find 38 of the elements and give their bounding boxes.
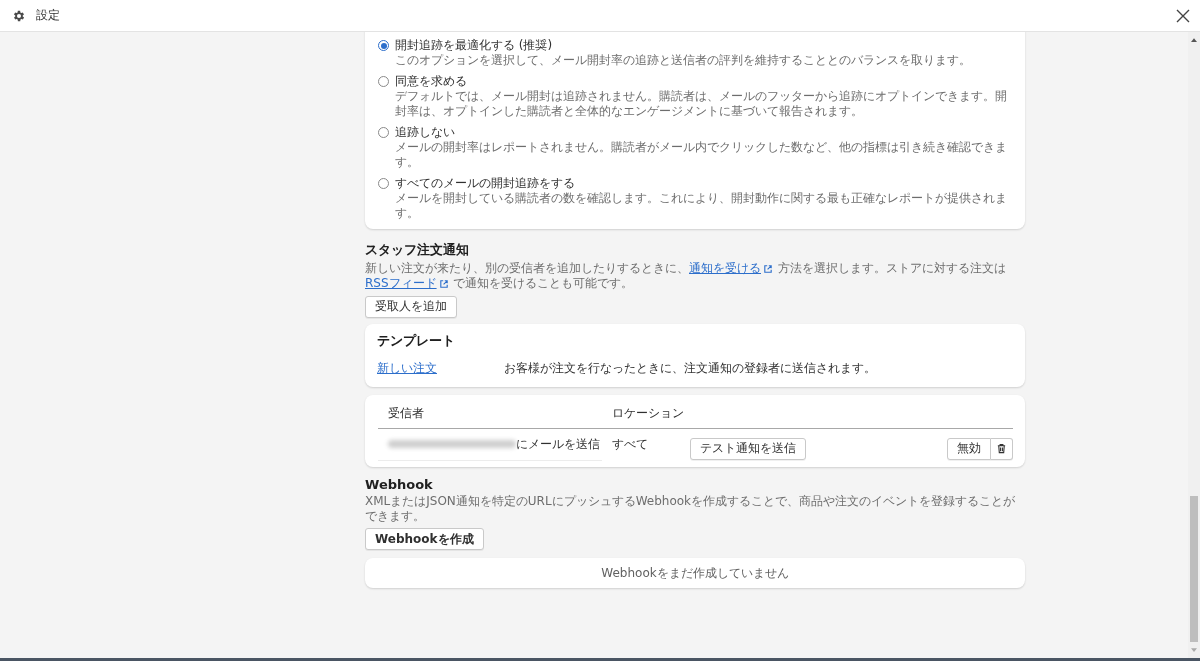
create-webhook-button[interactable]: Webhookを作成 — [365, 528, 484, 550]
link[interactable]: 通知を受ける — [689, 261, 774, 275]
settings-icon — [12, 8, 26, 23]
option-label[interactable]: すべてのメールの開封追跡をする — [395, 176, 575, 191]
option-description: メールの開封率はレポートされません。購読者がメール内でクリックした数など、他の指標は引き続き確認できます。 — [395, 140, 1008, 170]
option-label[interactable]: 開封追跡を最適化する (推奨) — [395, 38, 553, 53]
template-link[interactable]: 新しい注文 — [377, 359, 504, 377]
external-link-icon — [764, 264, 772, 273]
trash-icon — [996, 443, 1007, 454]
section-description: XMLまたはJSON通知を特定のURLにプッシュするWebhookを作成することで、商品や注文のイベントを登録することができます。 — [365, 493, 1017, 524]
column-header: 受信者 — [388, 404, 425, 422]
scroll-down-arrow-icon[interactable] — [1191, 648, 1197, 652]
empty-message: Webhookをまだ作成していません — [601, 564, 789, 582]
column-header: ロケーション — [612, 404, 684, 422]
card-title: テンプレート — [377, 331, 456, 350]
recipient-text: にメールを送信 — [516, 435, 600, 453]
scroll-up-arrow-icon[interactable] — [1191, 38, 1197, 42]
option-description: このオプションを選択して、メール開封率の追跡と送信者の評判を維持することとのバランスを取ります。 — [395, 53, 972, 68]
add-recipient-button[interactable]: 受取人を追加 — [365, 295, 457, 318]
location-text: すべて — [611, 435, 649, 453]
link[interactable]: RSSフィード — [365, 276, 450, 290]
template-description: お客様が注文を行なったときに、注文通知の登録者に送信されます。 — [504, 359, 876, 377]
scrollbar-thumb[interactable] — [1190, 496, 1198, 642]
scrollbar[interactable] — [1188, 32, 1200, 658]
window-title: 設定 — [36, 7, 60, 24]
external-link-icon — [439, 279, 448, 288]
option-description: デフォルトでは、メール開封は追跡されません。購読者は、メールのフッターから追跡にオプトインできます。開封率は、オプトインした購読者と全体的なエンゲージメントに基づいて報告されます。 — [395, 89, 1008, 119]
close-button[interactable] — [1176, 8, 1190, 23]
section-description: 新しい注文が来たり、別の受信者を追加したりするときに、通知を受ける 方法を選択します。ストアに対する注文は RSSフィード で通知を受けることも可能です。 — [365, 261, 1007, 291]
test-notification-button[interactable]: テスト通知を送信 — [690, 437, 806, 460]
disable-button[interactable]: 無効 — [947, 437, 991, 460]
option-label[interactable]: 同意を求める — [395, 74, 467, 89]
close-icon — [1176, 8, 1190, 23]
delete-button[interactable] — [991, 437, 1013, 460]
option-description: メールを開封している購読者の数を確認します。これにより、開封動作に関する最も正確なレポートが提供されます。 — [395, 191, 1008, 221]
section-title: Webhook — [365, 476, 434, 492]
section-title: スタッフ注文通知 — [365, 241, 470, 259]
option-label[interactable]: 追跡しない — [395, 125, 455, 140]
